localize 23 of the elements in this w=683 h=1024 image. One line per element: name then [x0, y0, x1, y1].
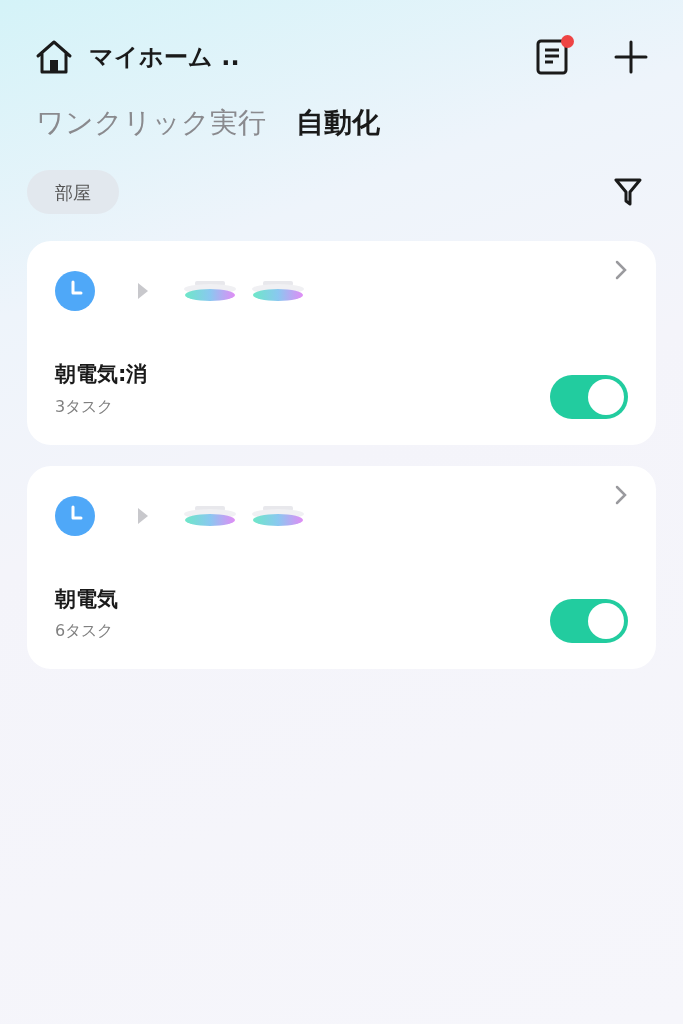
play-arrow-icon — [137, 506, 149, 525]
clock-icon — [55, 495, 95, 536]
filter-icon[interactable] — [614, 177, 642, 207]
chevron-right-icon[interactable] — [614, 483, 628, 506]
home-icon[interactable] — [35, 39, 73, 75]
automation-card[interactable]: 朝電気:消 3タスク — [27, 241, 656, 445]
chevron-right-icon[interactable] — [614, 259, 628, 281]
document-icon[interactable] — [536, 39, 568, 75]
play-arrow-icon — [137, 282, 149, 300]
ceiling-light-icon — [183, 278, 237, 304]
ceiling-light-icon — [251, 278, 305, 304]
add-icon[interactable] — [614, 40, 648, 74]
room-filter-chip[interactable]: 部屋 — [27, 170, 119, 214]
task-count: 3タスク — [55, 395, 115, 418]
tab[interactable]: 自動化 — [296, 102, 380, 144]
home-name[interactable]: マイホーム .. — [89, 39, 240, 75]
automation-title: 朝電気:消 — [55, 361, 148, 388]
clock-icon — [55, 271, 95, 311]
task-count: 6タスク — [55, 620, 115, 642]
toggle-switch[interactable] — [550, 374, 628, 419]
automation-title: 朝電気 — [55, 585, 118, 613]
toggle-switch[interactable] — [550, 599, 628, 643]
automation-card[interactable]: 朝電気 6タスク — [27, 465, 656, 669]
